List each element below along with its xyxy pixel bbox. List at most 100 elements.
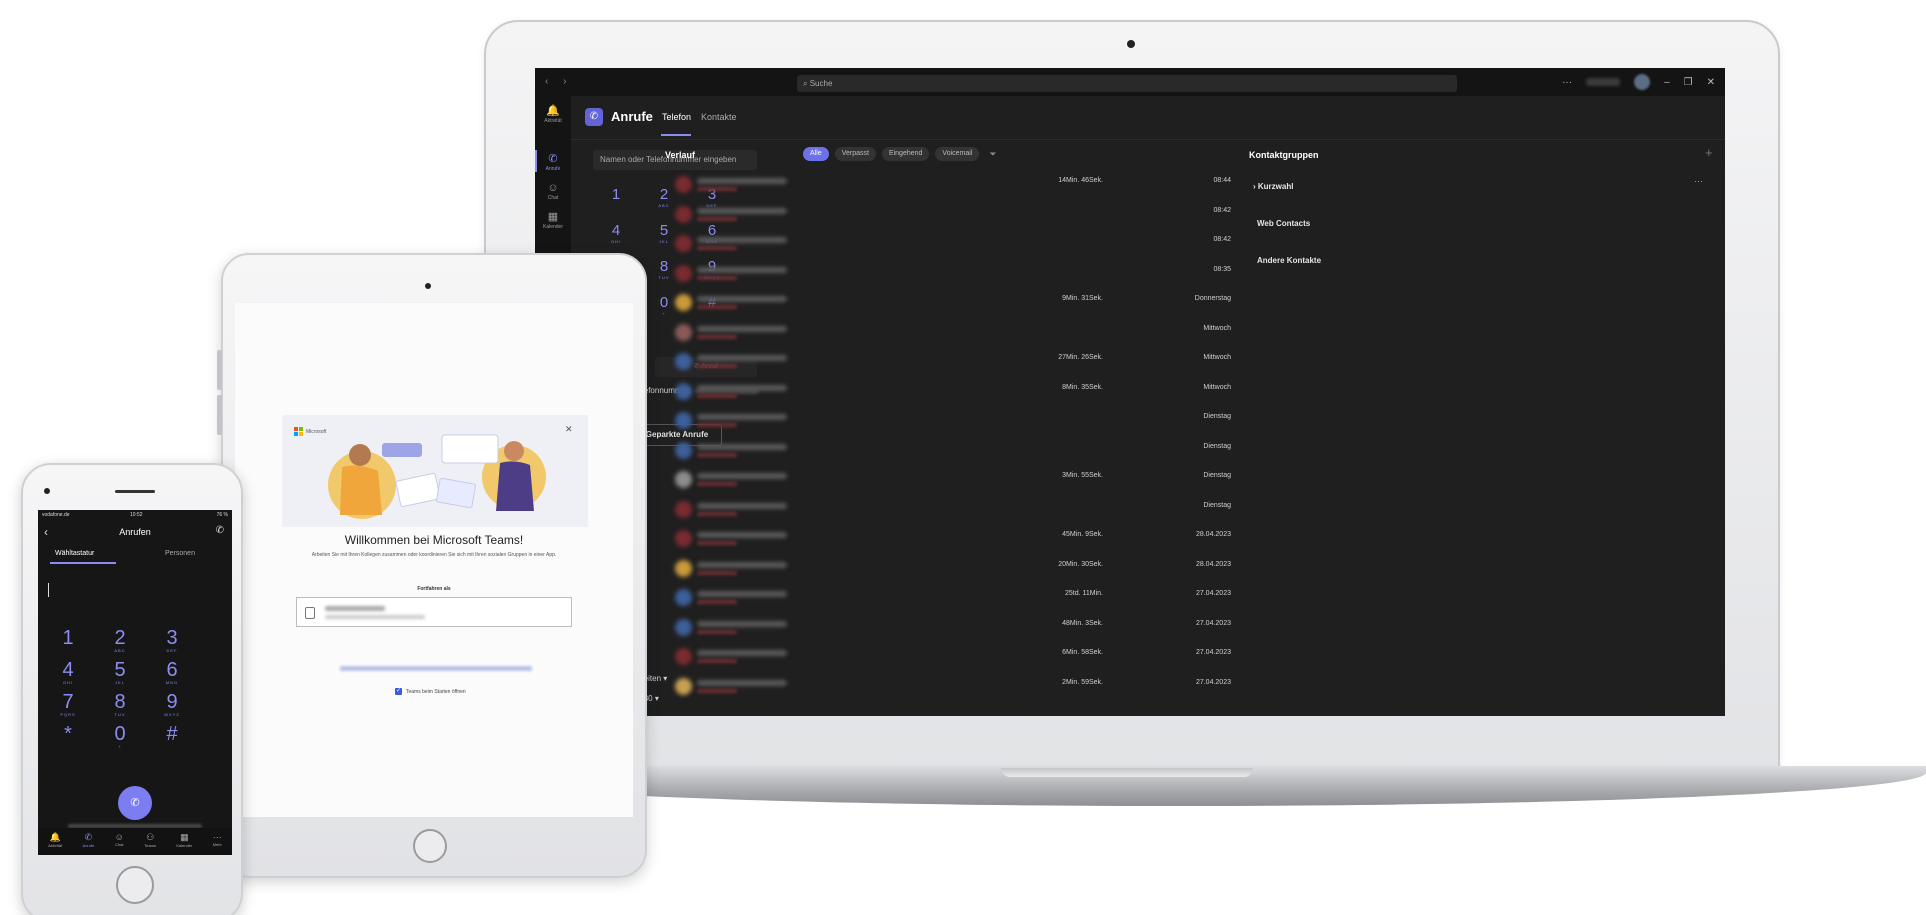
contact-group-web[interactable]: Web Contacts	[1257, 219, 1310, 228]
dial-key[interactable]: *	[48, 724, 88, 744]
history-row[interactable]: 9Min. 31Sek. Donnerstag	[665, 288, 1235, 318]
phone-screen: vodafone.de 10:52 76 % ‹ Anrufen ✆ Wählt…	[38, 510, 232, 855]
nav-item-teams[interactable]: ⚇ Teams	[144, 828, 156, 855]
dial-key[interactable]: 7 PQRS	[48, 692, 88, 717]
call-duration: 8Min. 35Sek.	[1062, 383, 1103, 391]
nav-item-chat[interactable]: ☺ Chat	[115, 828, 124, 855]
phone-speaker	[115, 490, 155, 493]
close-icon[interactable]: ✕	[565, 424, 573, 435]
nav-item-more[interactable]: ··· Mehr	[213, 828, 222, 855]
history-row[interactable]: Dienstag	[665, 406, 1235, 436]
history-row[interactable]: 27Min. 26Sek. Mittwoch	[665, 347, 1235, 377]
call-type	[697, 629, 737, 634]
dial-key-digit: 0	[114, 723, 126, 745]
dial-key-letters: MNO	[165, 680, 179, 685]
phone-home-button[interactable]	[116, 866, 154, 904]
history-row[interactable]: 08:42	[665, 229, 1235, 259]
dial-key[interactable]: 6MNO	[152, 660, 192, 685]
carrier: vodafone.de	[42, 512, 70, 518]
account-button[interactable]	[296, 597, 572, 627]
rail-item-calls[interactable]: ✆ Anrufe	[535, 152, 571, 172]
search-input[interactable]: ⌕ Suche	[797, 75, 1457, 92]
dial-key[interactable]: 4 GHI	[48, 660, 88, 685]
dial-key[interactable]: 8 TUV	[100, 692, 140, 717]
number-input[interactable]	[48, 583, 49, 597]
avatar	[675, 618, 692, 636]
contact-name	[697, 650, 787, 656]
dial-key[interactable]: 4 GHI	[601, 222, 631, 244]
history-row[interactable]: 08:35	[665, 259, 1235, 289]
call-button[interactable]: ✆	[118, 786, 152, 820]
more-icon[interactable]: ···	[1694, 176, 1703, 186]
nav-item-calendar[interactable]: ▦ Kalender	[176, 828, 192, 855]
dial-key[interactable]: 1	[601, 186, 631, 203]
dial-key[interactable]: 0 +	[100, 724, 140, 749]
filter-incoming[interactable]: Eingehend	[881, 147, 930, 161]
close-icon[interactable]: ✕	[1707, 77, 1715, 88]
tab-dialpad[interactable]: Wähltastatur	[55, 550, 94, 557]
dial-key[interactable]: 1	[48, 628, 88, 648]
rail-item-calendar[interactable]: ▦ Kalender	[535, 210, 571, 230]
launch-on-start-checkbox[interactable]: ✓ Teams beim Starten öffnen	[395, 688, 466, 695]
tab-phone[interactable]: Telefon	[662, 112, 691, 122]
history-row[interactable]: 2Min. 59Sek. 27.04.2023	[665, 672, 1235, 702]
call-time: 28.04.2023	[1195, 560, 1231, 568]
call-type	[697, 570, 737, 575]
nav-item-phone[interactable]: ✆ Anrufe	[83, 828, 95, 855]
history-row[interactable]: 25td. 11Min. 27.04.2023	[665, 583, 1235, 613]
history-row[interactable]: Dienstag	[665, 436, 1235, 466]
contact-group-other[interactable]: Andere Kontakte	[1257, 256, 1321, 265]
use-other-account-link[interactable]	[340, 666, 532, 671]
call-type	[697, 511, 737, 516]
history-row[interactable]: 08:42	[665, 200, 1235, 230]
history-row[interactable]: 45Min. 9Sek. 28.04.2023	[665, 524, 1235, 554]
rail-label: Kalender	[542, 224, 563, 230]
call-time: 27.04.2023	[1195, 649, 1231, 656]
tab-contacts[interactable]: Kontakte	[701, 112, 737, 122]
rail-label: Chat	[547, 195, 559, 201]
history-row[interactable]: 6Min. 58Sek. 27.04.2023	[665, 642, 1235, 672]
calls-app-icon: ✆	[585, 108, 603, 126]
minimize-icon[interactable]: –	[1664, 77, 1670, 88]
dial-key-digit: #	[166, 723, 178, 745]
history-row[interactable]: 48Min. 3Sek. 27.04.2023	[665, 613, 1235, 643]
phone-icon: ✆	[130, 797, 140, 809]
call-time: 08:42	[1213, 236, 1231, 243]
nav-item-bell[interactable]: 🔔 Aktivität	[48, 828, 62, 855]
filter-voicemail[interactable]: Voicemail	[935, 147, 980, 161]
continue-as-label: Fortfahren als	[417, 586, 451, 592]
dial-key[interactable]: #	[152, 724, 192, 744]
history-row[interactable]: 8Min. 35Sek. Mittwoch	[665, 377, 1235, 407]
welcome-illustration	[282, 415, 588, 527]
filter-icon[interactable]: ⏷	[989, 149, 996, 160]
checkbox-checked-icon: ✓	[395, 688, 402, 695]
filter-all[interactable]: Alle	[803, 147, 829, 161]
avatar[interactable]	[1634, 74, 1651, 90]
rail-item-chat[interactable]: ☺ Chat	[535, 182, 571, 201]
tab-people[interactable]: Personen	[165, 550, 195, 557]
dial-key[interactable]: 2 ABC	[100, 628, 140, 653]
history-row[interactable]: 14Min. 46Sek. 08:44	[665, 170, 1235, 200]
history-row[interactable]: Mittwoch	[665, 318, 1235, 348]
dial-key-letters: WXYZ	[164, 712, 180, 717]
dial-key[interactable]: 9WXYZ	[152, 692, 192, 717]
rail-label: Anrufe	[545, 166, 561, 172]
history-row[interactable]: 3Min. 55Sek. Dienstag	[665, 465, 1235, 495]
dial-key[interactable]: 5 JKL	[100, 660, 140, 685]
history-row[interactable]: 20Min. 30Sek. 28.04.2023	[665, 554, 1235, 584]
avatar	[675, 441, 692, 459]
maximize-icon[interactable]: ❐	[1684, 77, 1693, 88]
more-icon[interactable]: ···	[1562, 77, 1572, 88]
filter-missed[interactable]: Verpasst	[834, 147, 876, 161]
add-group-icon[interactable]: +	[1705, 145, 1713, 160]
nav-arrows-icon[interactable]: ‹ ›	[545, 76, 572, 87]
call-settings-icon[interactable]: ✆	[216, 525, 224, 536]
rail-item-activity[interactable]: 🔔 Aktivität	[535, 104, 571, 124]
contact-group-speed-dial[interactable]: › Kurzwahl	[1253, 182, 1293, 191]
dial-key[interactable]: 3 DEF	[152, 628, 192, 653]
history-row[interactable]: Dienstag	[665, 495, 1235, 525]
chat-icon: ☺	[547, 182, 559, 194]
tab-underline	[661, 134, 691, 136]
tablet-home-button[interactable]	[413, 829, 447, 863]
dial-key-digit: 6	[166, 659, 178, 681]
